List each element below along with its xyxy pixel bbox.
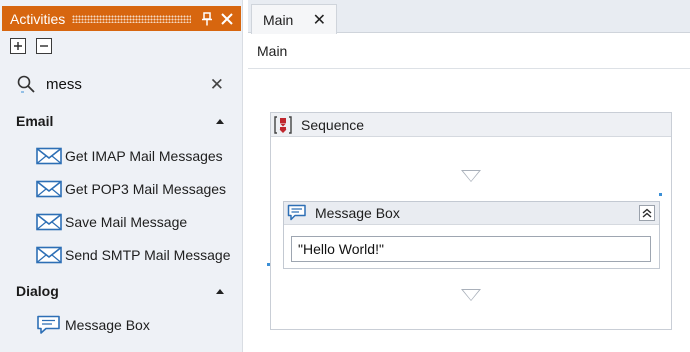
sequence-header[interactable]: Sequence	[271, 113, 671, 137]
breadcrumb-bar: Main	[248, 33, 690, 69]
drop-zone-arrow-icon[interactable]	[461, 289, 481, 301]
tab-main[interactable]: Main ✕	[251, 4, 337, 34]
envelope-icon	[36, 180, 62, 198]
category-dialog[interactable]: Dialog	[16, 280, 232, 302]
category-email[interactable]: Email	[16, 110, 232, 132]
sequence-title: Sequence	[301, 116, 365, 133]
workflow-designer: Main ✕ Main Sequence Message Box "Hello …	[248, 0, 690, 352]
activity-save-mail-message[interactable]: Save Mail Message	[36, 211, 187, 233]
close-tab-icon[interactable]: ✕	[313, 10, 326, 30]
drop-zone-arrow-icon[interactable]	[461, 170, 481, 182]
speech-bubble-icon	[36, 315, 62, 334]
activity-send-smtp-mail-message[interactable]: Send SMTP Mail Message	[36, 244, 230, 266]
search-input[interactable]	[46, 75, 196, 93]
sequence-container[interactable]: Sequence Message Box "Hello World!"	[270, 112, 672, 330]
tab-label: Main	[263, 11, 294, 28]
category-label: Dialog	[16, 283, 59, 299]
expand-all-icon[interactable]	[10, 38, 26, 54]
activity-label: Message Box	[65, 317, 150, 333]
activity-label: Save Mail Message	[65, 214, 188, 230]
message-box-header[interactable]: Message Box	[284, 202, 659, 225]
selection-marker	[267, 263, 270, 266]
activities-panel: Activities ✕ Email Get IMAP Mail Message	[0, 0, 243, 352]
collapse-all-icon[interactable]	[36, 38, 52, 54]
activities-search: ✕	[16, 72, 234, 96]
search-icon	[16, 74, 36, 94]
pin-icon[interactable]	[199, 11, 215, 27]
drag-grip[interactable]	[72, 14, 191, 23]
document-tabstrip: Main ✕	[248, 0, 690, 34]
clear-search-icon[interactable]: ✕	[210, 76, 224, 93]
message-text-field[interactable]: "Hello World!"	[291, 236, 651, 262]
breadcrumb[interactable]: Main	[257, 43, 287, 59]
activity-get-imap-mail-messages[interactable]: Get IMAP Mail Messages	[36, 145, 223, 167]
sequence-icon	[273, 115, 293, 135]
activities-title: Activities	[10, 10, 66, 27]
close-icon[interactable]	[219, 11, 235, 27]
message-box-title: Message Box	[315, 205, 400, 221]
envelope-icon	[36, 213, 62, 231]
speech-bubble-icon	[287, 204, 307, 222]
tree-tools	[10, 38, 52, 54]
category-label: Email	[16, 113, 54, 129]
envelope-icon	[36, 246, 62, 264]
collapse-caret-icon[interactable]	[216, 288, 224, 294]
activity-get-pop3-mail-messages[interactable]: Get POP3 Mail Messages	[36, 178, 226, 200]
selection-marker	[659, 193, 662, 196]
activities-titlebar: Activities	[2, 6, 241, 31]
collapse-caret-icon[interactable]	[216, 118, 224, 124]
message-box-activity[interactable]: Message Box "Hello World!"	[283, 201, 660, 269]
activity-message-box[interactable]: Message Box	[36, 314, 150, 336]
envelope-icon	[36, 147, 62, 165]
double-chevron-up-icon[interactable]	[639, 205, 655, 221]
activity-label: Get IMAP Mail Messages	[65, 148, 223, 164]
activity-label: Get POP3 Mail Messages	[65, 181, 227, 197]
activity-label: Send SMTP Mail Message	[65, 247, 231, 263]
